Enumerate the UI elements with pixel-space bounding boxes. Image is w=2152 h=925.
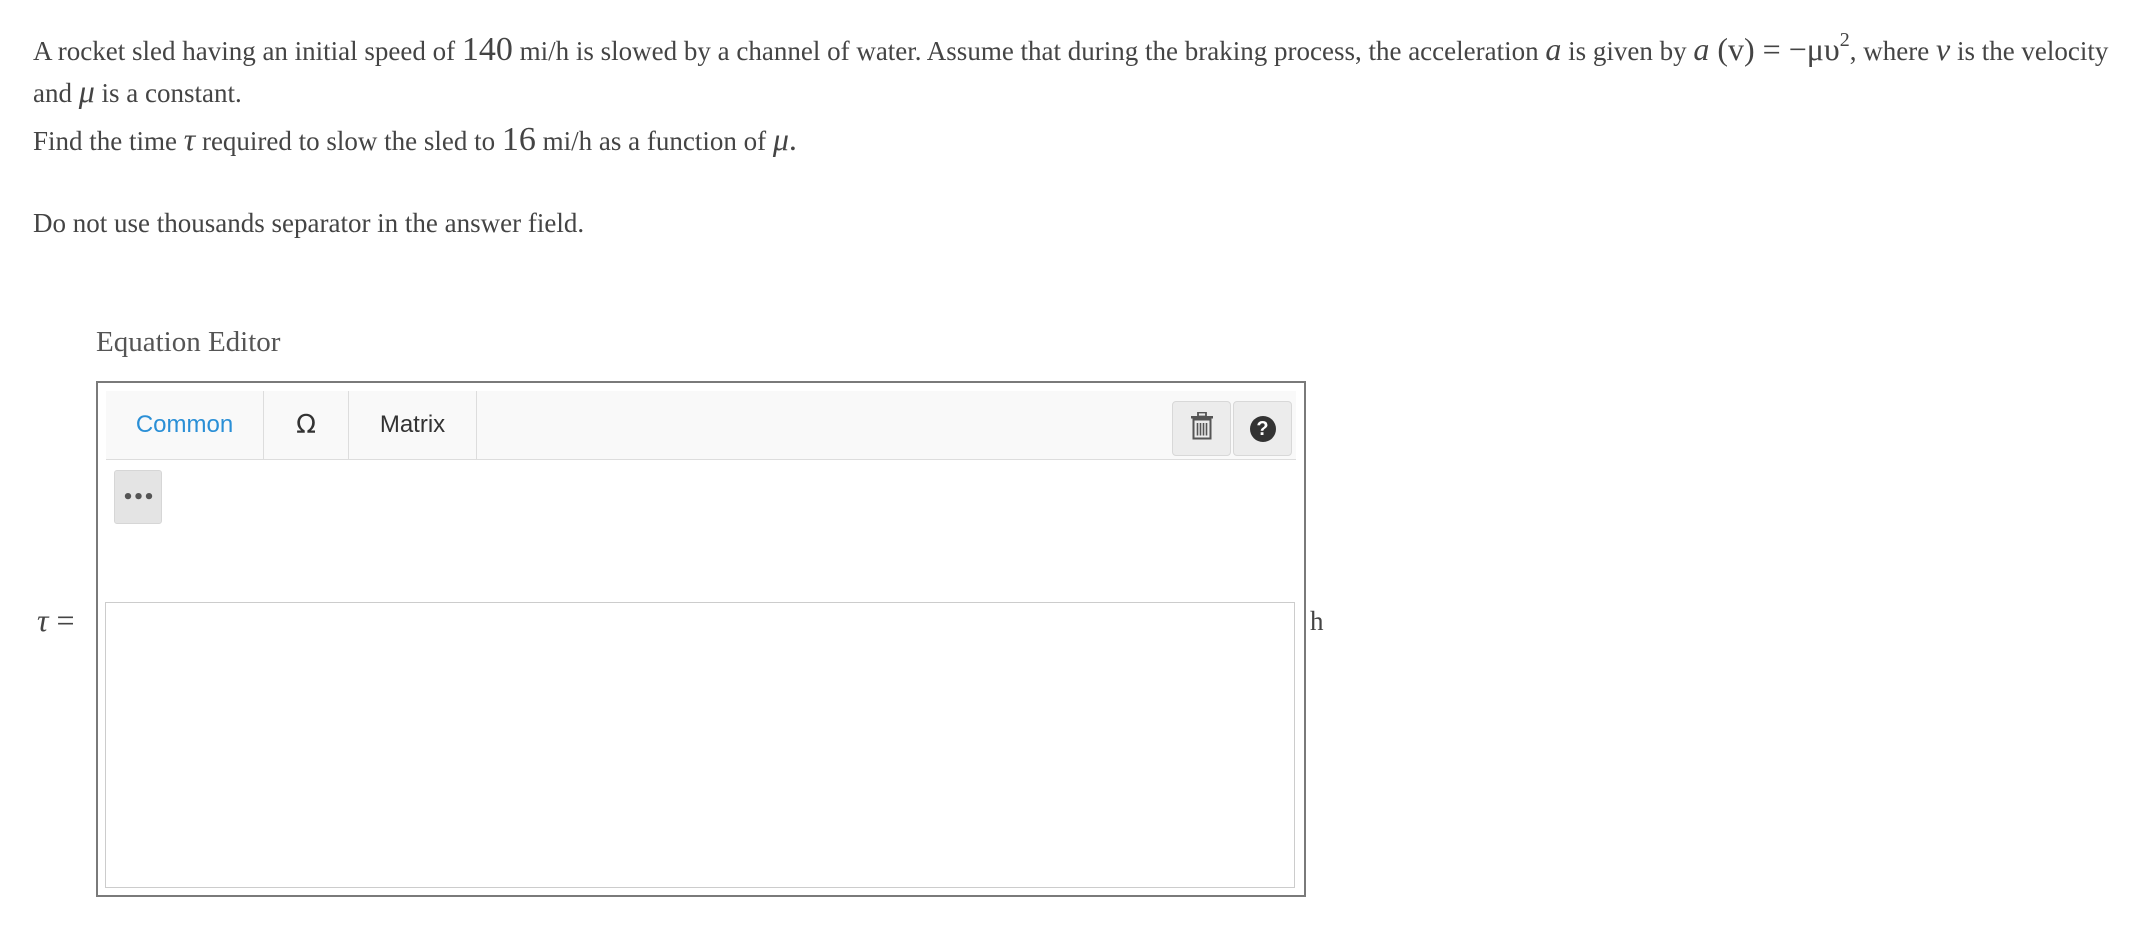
problem-question: Find the time τ required to slow the sle… (33, 119, 2123, 161)
more-options-button[interactable]: ••• (114, 470, 162, 524)
formula-body: (v) = −μυ (1709, 31, 1840, 67)
question-text-2: required to slow the sled to (195, 126, 502, 156)
formula-lhs: a (1693, 31, 1710, 67)
separator-note: Do not use thousands separator in the an… (33, 208, 585, 238)
formula-exponent: 2 (1839, 29, 1850, 51)
help-icon: ? (1249, 415, 1276, 442)
equation-editor-title: Equation Editor (96, 326, 281, 358)
help-button[interactable]: ? (1233, 401, 1292, 456)
answer-variable-label: τ = (37, 602, 75, 639)
answer-tau-symbol: τ (37, 602, 49, 638)
question-text-3: mi/h as a function of (535, 126, 773, 156)
answer-equals-sign: = (48, 602, 75, 638)
equation-editor: Common Ω Matrix ? ••• (96, 381, 1306, 897)
question-mu-symbol: μ (772, 121, 789, 157)
initial-speed-value: 140 (461, 31, 513, 68)
tau-symbol: τ (183, 121, 196, 157)
acceleration-symbol: a (1545, 31, 1562, 67)
tab-common[interactable]: Common (106, 391, 264, 459)
tab-symbols[interactable]: Ω (264, 391, 349, 459)
question-text-1: Find the time (33, 126, 184, 156)
intro-text-3: is given by (1561, 36, 1694, 66)
tab-matrix[interactable]: Matrix (349, 391, 477, 459)
intro-text-4: , where (1849, 36, 1936, 66)
mu-symbol: μ (78, 73, 95, 109)
velocity-symbol: v (1935, 31, 1951, 67)
problem-statement: A rocket sled having an initial speed of… (33, 20, 2123, 161)
answer-input[interactable] (105, 602, 1295, 888)
answer-unit-label: h (1310, 606, 1324, 636)
intro-text-1: A rocket sled having an initial speed of (33, 36, 462, 66)
final-speed-value: 16 (501, 121, 536, 158)
question-period: . (788, 121, 797, 157)
intro-text-6: is a constant. (94, 78, 242, 108)
problem-intro: A rocket sled having an initial speed of… (33, 20, 2123, 113)
trash-icon (1190, 411, 1214, 445)
editor-toolbar: Common Ω Matrix ? (106, 391, 1296, 460)
intro-text-2: mi/h is slowed by a channel of water. As… (512, 36, 1546, 66)
clear-button[interactable] (1172, 401, 1231, 456)
